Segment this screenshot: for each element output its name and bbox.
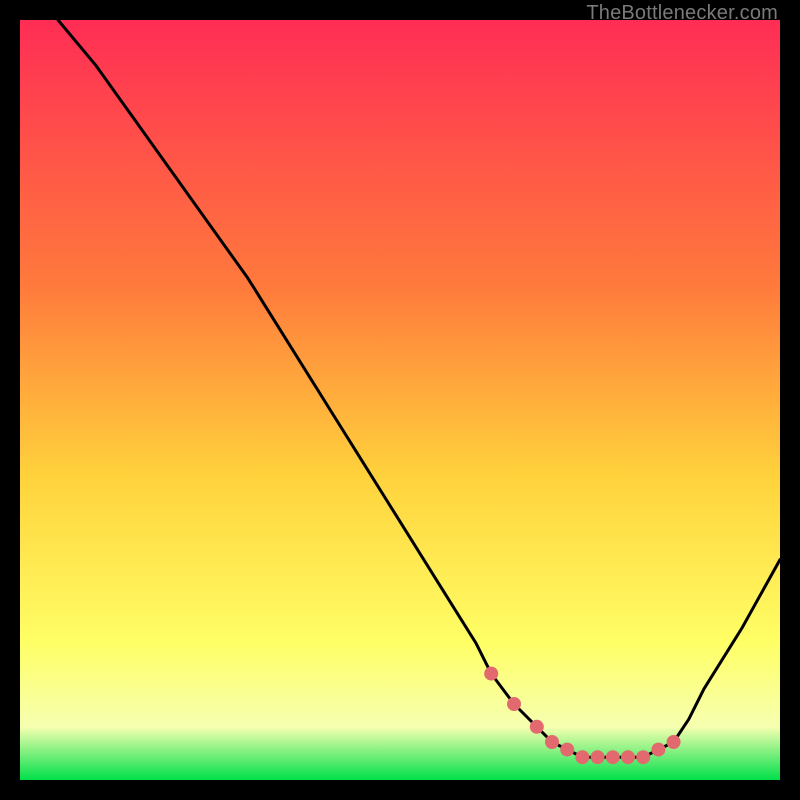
optimal-marker [530,720,544,734]
optimal-marker [484,667,498,681]
bottleneck-chart [20,20,780,780]
optimal-marker [507,697,521,711]
optimal-marker [636,750,650,764]
optimal-marker [667,735,681,749]
optimal-marker [575,750,589,764]
optimal-marker [606,750,620,764]
optimal-marker [591,750,605,764]
optimal-marker [545,735,559,749]
gradient-background [20,20,780,780]
optimal-marker [621,750,635,764]
optimal-marker [651,743,665,757]
optimal-marker [560,743,574,757]
chart-frame [20,20,780,780]
